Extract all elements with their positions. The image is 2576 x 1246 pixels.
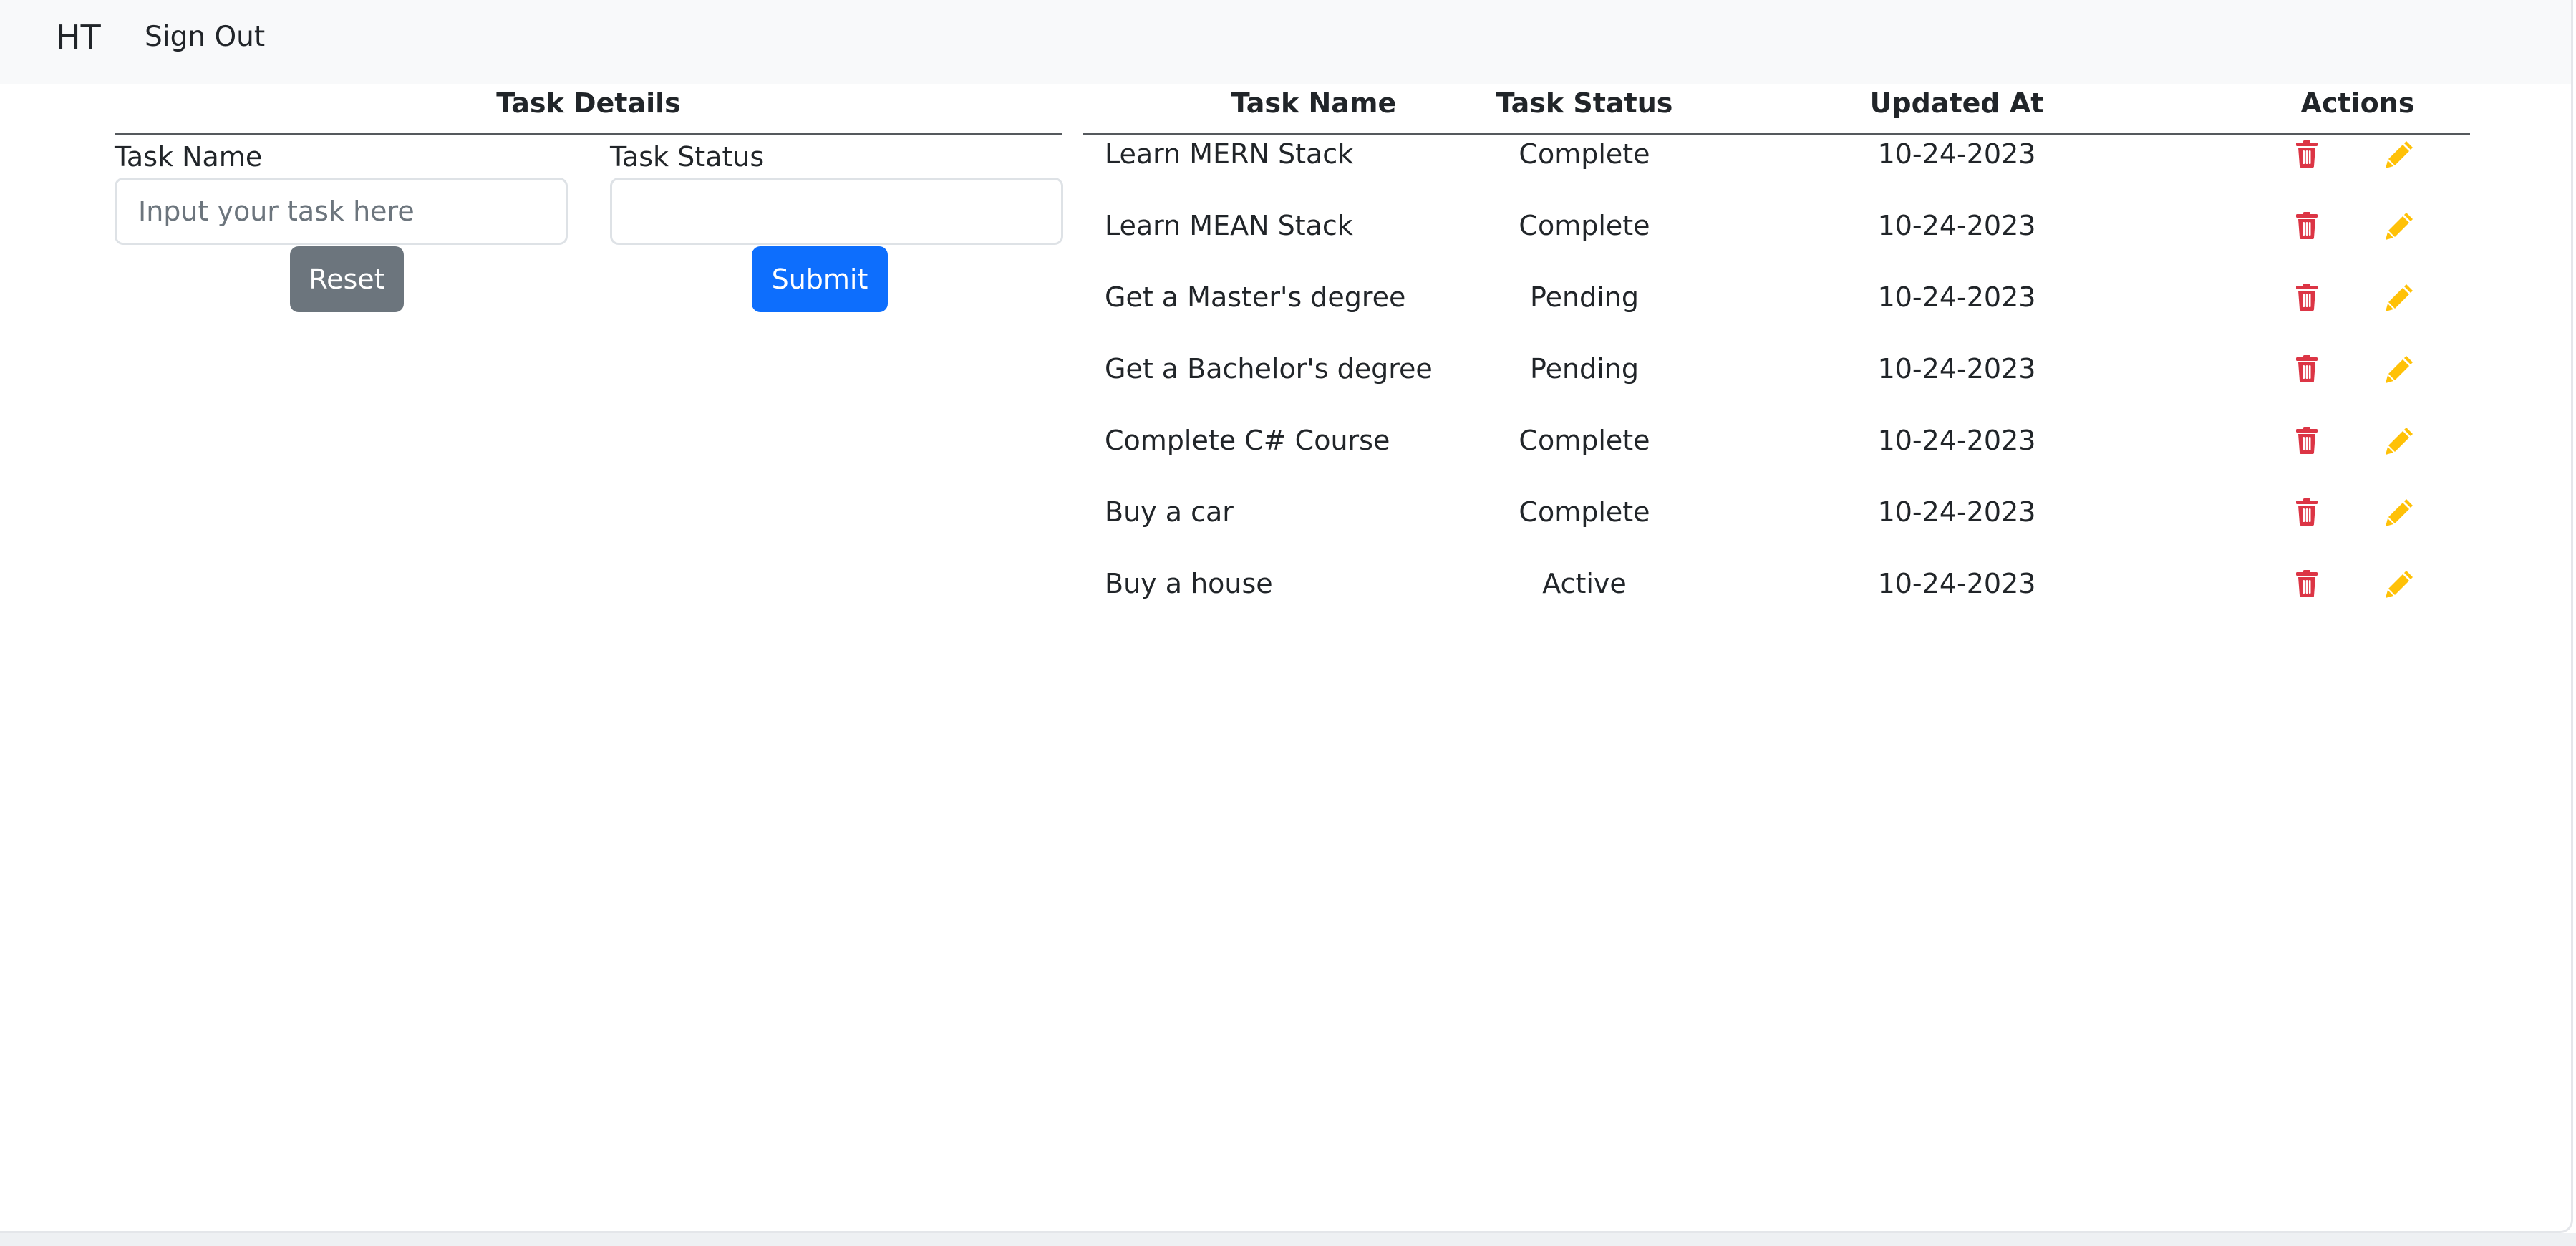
pencil-icon[interactable] [2382, 424, 2418, 457]
updated-at-cell: 10-24-2023 [1877, 425, 2036, 456]
sign-out-link[interactable]: Sign Out [145, 19, 265, 56]
updated-at-cell: 10-24-2023 [1877, 281, 2036, 313]
header-updated-at: Updated At [1869, 87, 2044, 119]
pencil-icon[interactable] [2382, 352, 2418, 385]
navbar: HT Sign Out [0, 0, 2571, 84]
trash-icon[interactable] [2289, 567, 2325, 600]
app-window: HT Sign Out Task Details Task Name Task … [0, 0, 2573, 1233]
trash-icon[interactable] [2289, 281, 2325, 314]
task-name-cell: Learn MERN Stack [1105, 138, 1354, 170]
updated-at-cell: 10-24-2023 [1877, 568, 2036, 599]
updated-at-cell: 10-24-2023 [1877, 210, 2036, 241]
table-row: Learn MERN Stack Complete 10-24-2023 [1083, 135, 2470, 206]
task-status-input[interactable] [610, 178, 1063, 245]
table-row: Get a Bachelor's degree Pending 10-24-20… [1083, 349, 2470, 421]
form-title: Task Details [496, 87, 681, 119]
task-status-cell: Pending [1530, 353, 1639, 385]
brand-logo[interactable]: HT [56, 16, 101, 59]
updated-at-cell: 10-24-2023 [1877, 353, 2036, 385]
pencil-icon[interactable] [2382, 281, 2418, 314]
form-divider [115, 133, 1062, 135]
updated-at-cell: 10-24-2023 [1877, 496, 2036, 528]
task-status-label: Task Status [610, 141, 765, 173]
window-bottom-edge [0, 1233, 2576, 1246]
task-status-cell: Complete [1519, 425, 1650, 456]
table-row: Buy a house Active 10-24-2023 [1083, 564, 2470, 636]
task-name-cell: Learn MEAN Stack [1105, 210, 1353, 241]
table-row: Complete C# Course Complete 10-24-2023 [1083, 421, 2470, 493]
task-name-input[interactable] [115, 178, 568, 245]
task-name-cell: Get a Bachelor's degree [1105, 353, 1433, 385]
trash-icon[interactable] [2289, 209, 2325, 242]
submit-button[interactable]: Submit [752, 246, 888, 312]
task-status-cell: Complete [1519, 138, 1650, 170]
table-body: Learn MERN Stack Complete 10-24-2023 Lea… [1083, 135, 2470, 636]
pencil-icon[interactable] [2382, 137, 2418, 170]
task-status-cell: Complete [1519, 496, 1650, 528]
pencil-icon[interactable] [2382, 496, 2418, 528]
trash-icon[interactable] [2289, 496, 2325, 528]
trash-icon[interactable] [2289, 352, 2325, 385]
header-task-status: Task Status [1496, 87, 1673, 119]
table-row: Get a Master's degree Pending 10-24-2023 [1083, 278, 2470, 349]
task-form: Task Details Task Name Task Status Reset… [115, 84, 1063, 312]
task-name-label: Task Name [115, 141, 263, 173]
task-name-cell: Get a Master's degree [1105, 281, 1406, 313]
trash-icon[interactable] [2289, 137, 2325, 170]
pencil-icon[interactable] [2382, 209, 2418, 242]
pencil-icon[interactable] [2382, 567, 2418, 600]
task-table: Task Name Task Status Updated At Actions… [1083, 84, 2470, 636]
task-status-cell: Pending [1530, 281, 1639, 313]
updated-at-cell: 10-24-2023 [1877, 138, 2036, 170]
header-actions: Actions [2300, 87, 2415, 119]
table-row: Buy a car Complete 10-24-2023 [1083, 493, 2470, 564]
task-name-cell: Buy a car [1105, 496, 1234, 528]
task-name-cell: Buy a house [1105, 568, 1273, 599]
reset-button[interactable]: Reset [290, 246, 404, 312]
task-name-cell: Complete C# Course [1105, 425, 1390, 456]
table-header: Task Name Task Status Updated At Actions [1083, 84, 2470, 135]
table-row: Learn MEAN Stack Complete 10-24-2023 [1083, 206, 2470, 278]
task-status-cell: Active [1542, 568, 1627, 599]
trash-icon[interactable] [2289, 424, 2325, 457]
task-status-cell: Complete [1519, 210, 1650, 241]
